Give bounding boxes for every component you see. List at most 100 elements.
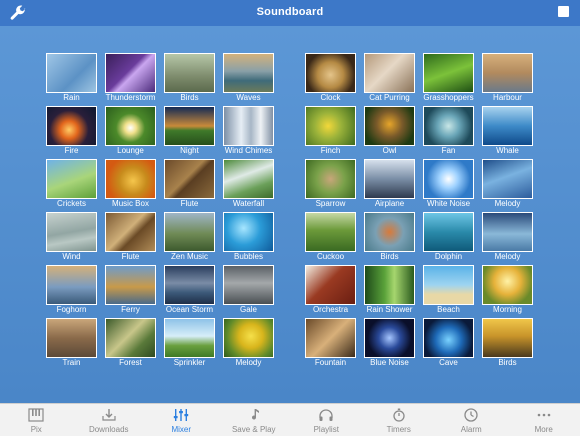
stop-button[interactable] bbox=[558, 6, 569, 17]
sound-tile-lounge[interactable]: Lounge bbox=[105, 106, 156, 159]
sound-tile-wind-chimes[interactable]: Wind Chimes bbox=[223, 106, 274, 159]
sound-tile-foghorn[interactable]: Foghorn bbox=[46, 265, 97, 318]
sound-tile-ocean-storm[interactable]: Ocean Storm bbox=[164, 265, 215, 318]
tab-timers[interactable]: Timers bbox=[363, 404, 436, 436]
sound-thumbnail bbox=[305, 212, 356, 252]
sound-tile-gale[interactable]: Gale bbox=[223, 265, 274, 318]
sound-tile-fan[interactable]: Fan bbox=[423, 106, 474, 159]
sound-label: Harbour bbox=[474, 93, 541, 102]
sound-label: Thunderstorm bbox=[97, 93, 164, 102]
sound-tile-cat-purring[interactable]: Cat Purring bbox=[364, 53, 415, 106]
piano-icon bbox=[28, 408, 44, 422]
sound-label: Rain bbox=[38, 93, 105, 102]
sound-label: Foghorn bbox=[38, 305, 105, 314]
tab-mixer[interactable]: Mixer bbox=[145, 404, 218, 436]
tab-more[interactable]: More bbox=[508, 404, 580, 436]
sound-tile-owl[interactable]: Owl bbox=[364, 106, 415, 159]
sound-tile-sparrow[interactable]: Sparrow bbox=[305, 159, 356, 212]
sound-tile-crickets[interactable]: Crickets bbox=[46, 159, 97, 212]
sound-tile-clock[interactable]: Clock bbox=[305, 53, 356, 106]
tab-label: Playlist bbox=[290, 425, 363, 434]
sound-tile-finch[interactable]: Finch bbox=[305, 106, 356, 159]
sound-label: Gale bbox=[215, 305, 282, 314]
sound-thumbnail bbox=[482, 53, 533, 93]
sound-thumbnail bbox=[223, 106, 274, 146]
sound-tile-orchestra[interactable]: Orchestra bbox=[305, 265, 356, 318]
tab-save-and-play[interactable]: Save & Play bbox=[218, 404, 291, 436]
sound-tile-thunderstorm[interactable]: Thunderstorm bbox=[105, 53, 156, 106]
sound-tile-blue-noise[interactable]: Blue Noise bbox=[364, 318, 415, 371]
sound-tile-train[interactable]: Train bbox=[46, 318, 97, 371]
sound-thumbnail bbox=[46, 265, 97, 305]
sound-tile-sprinkler[interactable]: Sprinkler bbox=[164, 318, 215, 371]
sound-tile-cuckoo[interactable]: Cuckoo bbox=[305, 212, 356, 265]
sound-tile-zen-music[interactable]: Zen Music bbox=[164, 212, 215, 265]
sound-tile-birds[interactable]: Birds bbox=[164, 53, 215, 106]
sound-tile-flute[interactable]: Flute bbox=[105, 212, 156, 265]
sound-thumbnail bbox=[105, 212, 156, 252]
sound-label: Crickets bbox=[38, 199, 105, 208]
sound-label: Sprinkler bbox=[156, 358, 223, 367]
sound-thumbnail bbox=[305, 53, 356, 93]
sound-tile-fountain[interactable]: Fountain bbox=[305, 318, 356, 371]
sound-grid-right: ClockCat PurringGrasshoppersHarbour Finch… bbox=[305, 53, 533, 371]
tab-label: Mixer bbox=[145, 425, 218, 434]
stopwatch-icon bbox=[391, 408, 407, 422]
sound-thumbnail bbox=[305, 159, 356, 199]
sound-tile-rain[interactable]: Rain bbox=[46, 53, 97, 106]
sound-tile-waves[interactable]: Waves bbox=[223, 53, 274, 106]
sound-tile-wind[interactable]: Wind bbox=[46, 212, 97, 265]
sound-tile-melody[interactable]: Melody bbox=[482, 159, 533, 212]
sound-thumbnail bbox=[423, 106, 474, 146]
sound-tile-white-noise[interactable]: White Noise bbox=[423, 159, 474, 212]
sound-thumbnail bbox=[46, 106, 97, 146]
navigation-bar: Soundboard bbox=[0, 0, 580, 26]
sound-tile-whale[interactable]: Whale bbox=[482, 106, 533, 159]
sound-tile-rain-shower[interactable]: Rain Shower bbox=[364, 265, 415, 318]
tab-alarm[interactable]: Alarm bbox=[435, 404, 508, 436]
sound-tile-ferry[interactable]: Ferry bbox=[105, 265, 156, 318]
sound-tile-melody[interactable]: Melody bbox=[482, 212, 533, 265]
sound-tile-dolphin[interactable]: Dolphin bbox=[423, 212, 474, 265]
sound-thumbnail bbox=[423, 265, 474, 305]
sound-thumbnail bbox=[223, 53, 274, 93]
sound-thumbnail bbox=[164, 318, 215, 358]
music-note-icon bbox=[246, 408, 262, 422]
sound-label: Lounge bbox=[97, 146, 164, 155]
sound-tile-morning[interactable]: Morning bbox=[482, 265, 533, 318]
sound-thumbnail bbox=[364, 265, 415, 305]
sound-tile-beach[interactable]: Beach bbox=[423, 265, 474, 318]
sound-tile-bubbles[interactable]: Bubbles bbox=[223, 212, 274, 265]
sound-thumbnail bbox=[364, 159, 415, 199]
tab-bar: PixDownloadsMixerSave & PlayPlaylistTime… bbox=[0, 403, 580, 436]
sound-label: Fire bbox=[38, 146, 105, 155]
sound-label: Cat Purring bbox=[356, 93, 423, 102]
sound-tile-grasshoppers[interactable]: Grasshoppers bbox=[423, 53, 474, 106]
sound-tile-flute[interactable]: Flute bbox=[164, 159, 215, 212]
sound-thumbnail bbox=[482, 212, 533, 252]
sound-label: Ferry bbox=[97, 305, 164, 314]
soundboard-content: RainThunderstormBirdsWavesFireLoungeNigh… bbox=[0, 26, 580, 403]
sound-tile-airplane[interactable]: Airplane bbox=[364, 159, 415, 212]
sound-tile-birds[interactable]: Birds bbox=[364, 212, 415, 265]
tab-pix[interactable]: Pix bbox=[0, 404, 73, 436]
sound-tile-fire[interactable]: Fire bbox=[46, 106, 97, 159]
sound-tile-birds[interactable]: Birds bbox=[482, 318, 533, 371]
sound-tile-harbour[interactable]: Harbour bbox=[482, 53, 533, 106]
sound-tile-forest[interactable]: Forest bbox=[105, 318, 156, 371]
sound-tile-night[interactable]: Night bbox=[164, 106, 215, 159]
sound-tile-melody[interactable]: Melody bbox=[223, 318, 274, 371]
sound-thumbnail bbox=[305, 265, 356, 305]
sound-tile-waterfall[interactable]: Waterfall bbox=[223, 159, 274, 212]
sound-thumbnail bbox=[105, 106, 156, 146]
sound-label: Music Box bbox=[97, 199, 164, 208]
sound-label: Whale bbox=[474, 146, 541, 155]
tab-playlist[interactable]: Playlist bbox=[290, 404, 363, 436]
tab-label: Downloads bbox=[73, 425, 146, 434]
tab-downloads[interactable]: Downloads bbox=[73, 404, 146, 436]
sound-label: Birds bbox=[156, 93, 223, 102]
sound-tile-cave[interactable]: Cave bbox=[423, 318, 474, 371]
sound-thumbnail bbox=[364, 106, 415, 146]
sound-tile-music-box[interactable]: Music Box bbox=[105, 159, 156, 212]
sound-thumbnail bbox=[105, 265, 156, 305]
